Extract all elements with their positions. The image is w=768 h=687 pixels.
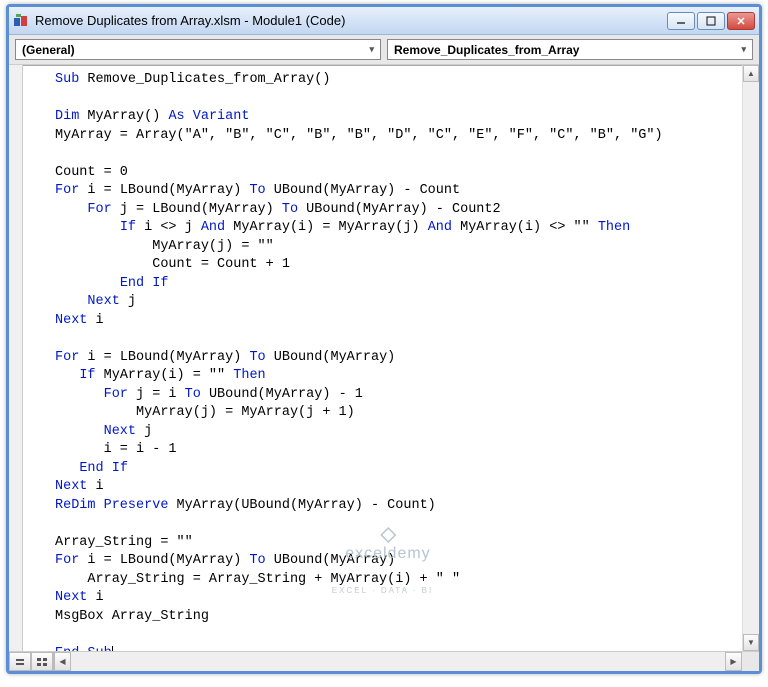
chevron-down-icon: ▾ (741, 44, 746, 55)
scroll-up-button[interactable]: ▲ (743, 65, 759, 82)
procedure-dropdown[interactable]: Remove_Duplicates_from_Array ▾ (387, 39, 753, 60)
window-title: Remove Duplicates from Array.xlsm - Modu… (35, 13, 667, 28)
vba-editor-window: Remove Duplicates from Array.xlsm - Modu… (6, 4, 762, 674)
resize-corner[interactable] (742, 652, 759, 671)
view-mode-buttons (9, 652, 54, 671)
full-module-view-button[interactable] (31, 652, 53, 671)
chevron-down-icon: ▾ (369, 44, 374, 55)
horizontal-scrollbar[interactable]: ◀ ▶ (54, 652, 742, 671)
object-dropdown[interactable]: (General) ▾ (15, 39, 381, 60)
code-margin (9, 65, 23, 651)
object-dropdown-value: (General) (22, 43, 75, 57)
vertical-scrollbar[interactable]: ▲ ▼ (742, 65, 759, 651)
maximize-button[interactable] (697, 12, 725, 30)
window-controls (667, 12, 755, 30)
scroll-h-track[interactable] (71, 652, 725, 671)
object-procedure-bar: (General) ▾ Remove_Duplicates_from_Array… (9, 35, 759, 65)
scroll-down-button[interactable]: ▼ (743, 634, 759, 651)
scroll-left-button[interactable]: ◀ (54, 652, 71, 671)
titlebar[interactable]: Remove Duplicates from Array.xlsm - Modu… (9, 7, 759, 35)
close-button[interactable] (727, 12, 755, 30)
scroll-right-button[interactable]: ▶ (725, 652, 742, 671)
app-icon (13, 13, 29, 29)
code-area: Sub Remove_Duplicates_from_Array() Dim M… (9, 65, 759, 651)
minimize-button[interactable] (667, 12, 695, 30)
procedure-dropdown-value: Remove_Duplicates_from_Array (394, 43, 579, 57)
procedure-view-button[interactable] (9, 652, 31, 671)
scroll-track[interactable] (743, 82, 759, 634)
bottom-bar: ◀ ▶ (9, 651, 759, 671)
code-editor[interactable]: Sub Remove_Duplicates_from_Array() Dim M… (23, 65, 742, 651)
text-cursor (112, 646, 113, 652)
